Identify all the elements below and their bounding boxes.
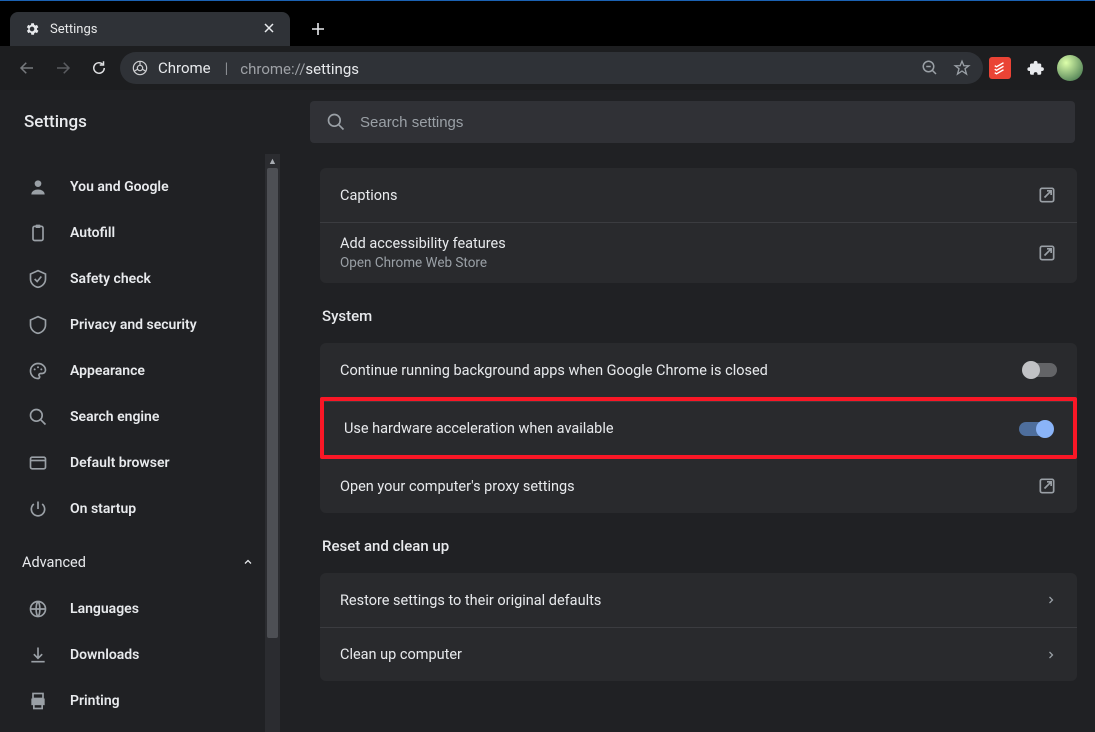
- section-title-reset: Reset and clean up: [322, 537, 1077, 555]
- sidebar-item-autofill[interactable]: Autofill: [0, 210, 280, 256]
- globe-icon: [28, 599, 48, 619]
- palette-icon: [28, 361, 48, 381]
- omnibox-url-path: settings: [305, 60, 359, 78]
- accessibility-card: Captions Add accessibility features Open…: [320, 168, 1077, 283]
- settings-search-input[interactable]: [360, 114, 1059, 131]
- close-tab-icon[interactable]: [262, 21, 278, 37]
- sidebar-item-default-browser[interactable]: Default browser: [0, 440, 280, 486]
- chevron-up-icon: [242, 556, 254, 568]
- zoom-icon[interactable]: [921, 59, 939, 77]
- row-label: Restore settings to their original defau…: [340, 592, 601, 609]
- back-button[interactable]: [12, 53, 42, 83]
- chevron-right-icon: [1045, 594, 1057, 606]
- sidebar-item-on-startup[interactable]: On startup: [0, 486, 280, 532]
- chevron-right-icon: [1045, 649, 1057, 661]
- scroll-up-arrow-icon[interactable]: ▲: [265, 154, 280, 168]
- reset-card: Restore settings to their original defau…: [320, 573, 1077, 681]
- sidebar-item-label: Printing: [70, 693, 120, 709]
- sidebar-section-label: Advanced: [22, 554, 86, 571]
- toggle-hardware-acceleration[interactable]: [1019, 422, 1053, 436]
- extensions-menu-icon[interactable]: [1027, 59, 1045, 77]
- highlight-frame: Use hardware acceleration when available: [320, 397, 1077, 459]
- forward-button[interactable]: [48, 53, 78, 83]
- external-link-icon: [1037, 243, 1057, 263]
- verified-icon: [28, 269, 48, 289]
- page-title: Settings: [0, 112, 310, 132]
- download-icon: [28, 645, 48, 665]
- row-background-apps[interactable]: Continue running background apps when Go…: [320, 343, 1077, 397]
- browser-icon: [28, 453, 48, 473]
- omnibox-separator: |: [225, 59, 229, 77]
- sidebar-item-label: Downloads: [70, 647, 139, 663]
- shield-icon: [28, 315, 48, 335]
- tab-title: Settings: [50, 22, 252, 37]
- sidebar-item-search-engine[interactable]: Search engine: [0, 394, 280, 440]
- settings-sidebar: You and Google Autofill Safety check Pri…: [0, 164, 280, 732]
- row-add-accessibility[interactable]: Add accessibility features Open Chrome W…: [320, 222, 1077, 283]
- row-sublabel: Open Chrome Web Store: [340, 255, 506, 271]
- section-title-system: System: [322, 307, 1077, 325]
- omnibox[interactable]: Chrome | chrome://settings: [120, 52, 983, 84]
- sidebar-item-label: Autofill: [70, 225, 115, 241]
- sidebar-item-label: Search engine: [70, 409, 159, 425]
- power-icon: [28, 499, 48, 519]
- row-hardware-acceleration[interactable]: Use hardware acceleration when available: [324, 401, 1073, 455]
- profile-avatar[interactable]: [1057, 55, 1083, 81]
- bookmark-star-icon[interactable]: [953, 59, 971, 77]
- system-card: Continue running background apps when Go…: [320, 343, 1077, 513]
- row-clean-up-computer[interactable]: Clean up computer: [320, 627, 1077, 681]
- external-link-icon: [1037, 476, 1057, 496]
- omnibox-url-scheme: chrome://: [240, 60, 305, 78]
- sidebar-item-label: Default browser: [70, 455, 170, 471]
- reload-button[interactable]: [84, 53, 114, 83]
- settings-search[interactable]: [310, 101, 1075, 143]
- print-icon: [28, 691, 48, 711]
- toggle-background-apps[interactable]: [1023, 363, 1057, 377]
- omnibox-chip: Chrome: [158, 59, 211, 77]
- sidebar-scrollbar[interactable]: ▲: [265, 154, 280, 732]
- sidebar-item-languages[interactable]: Languages: [0, 586, 280, 632]
- external-link-icon: [1037, 185, 1057, 205]
- sidebar-item-label: Safety check: [70, 271, 151, 287]
- sidebar-item-label: Languages: [70, 601, 139, 617]
- sidebar-item-safety-check[interactable]: Safety check: [0, 256, 280, 302]
- sidebar-item-label: Appearance: [70, 363, 145, 379]
- gear-icon: [24, 21, 40, 37]
- sidebar-item-privacy[interactable]: Privacy and security: [0, 302, 280, 348]
- search-icon: [28, 407, 48, 427]
- row-label: Use hardware acceleration when available: [344, 420, 614, 437]
- row-label: Open your computer's proxy settings: [340, 478, 575, 495]
- sidebar-item-printing[interactable]: Printing: [0, 678, 280, 724]
- settings-header: Settings: [0, 90, 1095, 154]
- browser-tab-settings[interactable]: Settings: [10, 12, 290, 46]
- row-proxy-settings[interactable]: Open your computer's proxy settings: [320, 459, 1077, 513]
- sidebar-item-label: Privacy and security: [70, 317, 197, 333]
- search-icon: [326, 112, 346, 132]
- browser-toolbar: Chrome | chrome://settings: [0, 46, 1095, 90]
- row-label: Captions: [340, 187, 398, 204]
- row-captions[interactable]: Captions: [320, 168, 1077, 222]
- scrollbar-thumb[interactable]: [267, 168, 278, 638]
- clipboard-icon: [28, 223, 48, 243]
- chrome-logo-icon: [132, 60, 148, 76]
- row-label: Clean up computer: [340, 646, 462, 663]
- sidebar-item-label: You and Google: [70, 179, 169, 195]
- row-restore-defaults[interactable]: Restore settings to their original defau…: [320, 573, 1077, 627]
- extension-todoist-icon[interactable]: [989, 57, 1011, 79]
- sidebar-section-advanced[interactable]: Advanced: [0, 538, 280, 586]
- tabstrip: Settings: [0, 0, 1095, 46]
- sidebar-item-you-and-google[interactable]: You and Google: [0, 164, 280, 210]
- row-label: Continue running background apps when Go…: [340, 362, 768, 379]
- sidebar-item-label: On startup: [70, 501, 136, 517]
- settings-main: Captions Add accessibility features Open…: [280, 154, 1095, 732]
- person-icon: [28, 177, 48, 197]
- new-tab-button[interactable]: [304, 15, 332, 43]
- sidebar-item-appearance[interactable]: Appearance: [0, 348, 280, 394]
- row-label: Add accessibility features: [340, 235, 506, 252]
- sidebar-item-downloads[interactable]: Downloads: [0, 632, 280, 678]
